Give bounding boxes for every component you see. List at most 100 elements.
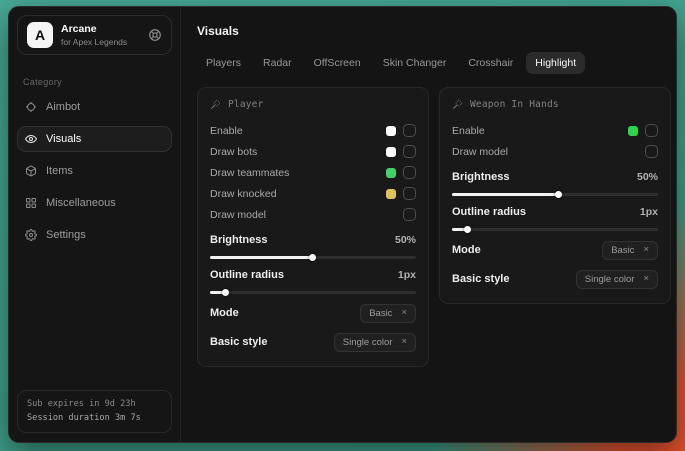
draw-teammates-checkbox[interactable] (403, 166, 416, 179)
slider-group-brightness: Brightness 50% (452, 169, 658, 196)
sidebar-item-aimbot[interactable]: Aimbot (17, 94, 172, 120)
chip-remove-icon[interactable]: × (643, 274, 649, 284)
toggle-label: Draw model (452, 146, 508, 158)
sidebar-nav: Aimbot Visuals Items Miscellaneous Settings (9, 91, 180, 251)
sidebar-item-label: Settings (46, 229, 86, 241)
slider-value: 50% (637, 171, 658, 183)
chip-value: Basic (611, 245, 634, 256)
chip-row-mode: Mode Basic × (452, 239, 658, 261)
slider-group-outline-radius: Outline radius1px (210, 267, 416, 294)
toggle-row-draw-bots: Draw bots (210, 141, 416, 162)
draw-knocked-color-swatch[interactable] (386, 189, 396, 199)
draw-model-checkbox[interactable] (645, 145, 658, 158)
crosshair-icon (25, 101, 37, 113)
basic-style-chip[interactable]: Single color × (334, 333, 416, 352)
sidebar-item-label: Visuals (46, 133, 81, 145)
sidebar-header: A Arcane for Apex Legends (17, 15, 172, 55)
panels-container: PlayerEnableDraw botsDraw teammatesDraw … (197, 87, 671, 367)
enable-color-swatch[interactable] (628, 126, 638, 136)
app-logo: A (27, 22, 53, 48)
tab-bar: PlayersRadarOffScreenSkin ChangerCrossha… (197, 52, 671, 74)
chip-row-mode: Mode Basic × (210, 302, 416, 324)
slider-fill (452, 228, 468, 231)
sidebar-item-items[interactable]: Items (17, 158, 172, 184)
draw-model-checkbox[interactable] (403, 208, 416, 221)
chip-row-basic-style: Basic style Single color × (210, 331, 416, 353)
grid-icon (25, 197, 37, 209)
toggle-label: Draw knocked (210, 188, 277, 200)
tab-offscreen[interactable]: OffScreen (305, 52, 370, 74)
sidebar-item-visuals[interactable]: Visuals (17, 126, 172, 152)
toggle-controls (386, 166, 416, 179)
slider-label: Brightness (210, 234, 267, 246)
basic-style-chip[interactable]: Single color× (576, 270, 658, 289)
chip-row-label: Basic style (452, 273, 509, 285)
sidebar-item-label: Miscellaneous (46, 197, 116, 209)
toggle-label: Enable (452, 125, 485, 137)
tab-radar[interactable]: Radar (254, 52, 301, 74)
chip-row-basic-style: Basic style Single color× (452, 268, 658, 290)
toggle-controls (628, 124, 658, 137)
slider-fill (210, 291, 226, 294)
toggle-row-draw-knocked: Draw knocked (210, 183, 416, 204)
app-subtitle: for Apex Legends (61, 37, 127, 47)
chip-remove-icon[interactable]: × (401, 308, 407, 318)
slider-value: 1px (398, 269, 416, 281)
draw-bots-color-swatch[interactable] (386, 147, 396, 157)
slider-head: Brightness 50% (452, 169, 658, 185)
chip-remove-icon[interactable]: × (401, 337, 407, 347)
outline-radius-slider[interactable] (452, 228, 658, 231)
subscription-info: Sub expires in 9d 23h Session duration 3… (17, 390, 172, 433)
enable-color-swatch[interactable] (386, 126, 396, 136)
wand-icon (452, 99, 463, 110)
toggle-controls (403, 208, 416, 221)
tab-highlight[interactable]: Highlight (526, 52, 585, 74)
sidebar-item-settings[interactable]: Settings (17, 222, 172, 248)
slider-fill (452, 193, 559, 196)
mode-chip[interactable]: Basic × (602, 241, 658, 260)
tab-crosshair[interactable]: Crosshair (459, 52, 522, 74)
enable-checkbox[interactable] (403, 124, 416, 137)
gear-icon (25, 229, 37, 241)
slider-thumb[interactable] (309, 254, 316, 261)
slider-fill (210, 256, 313, 259)
mode-chip[interactable]: Basic × (360, 304, 416, 323)
outline-radius-slider[interactable] (210, 291, 416, 294)
panel-player: PlayerEnableDraw botsDraw teammatesDraw … (197, 87, 429, 367)
sub-expiry-text: Sub expires in 9d 23h (27, 398, 162, 411)
chip-row-label: Mode (210, 307, 239, 319)
toggle-label: Draw bots (210, 146, 257, 158)
page-title: Visuals (197, 24, 671, 38)
app-name: Arcane (61, 23, 127, 35)
slider-label: Brightness (452, 171, 509, 183)
sidebar-item-miscellaneous[interactable]: Miscellaneous (17, 190, 172, 216)
draw-knocked-checkbox[interactable] (403, 187, 416, 200)
brightness-slider[interactable] (210, 256, 416, 259)
tab-players[interactable]: Players (197, 52, 250, 74)
chip-row-label: Mode (452, 244, 481, 256)
enable-checkbox[interactable] (645, 124, 658, 137)
chip-value: Single color (343, 337, 393, 348)
slider-thumb[interactable] (464, 226, 471, 233)
box-icon (25, 165, 37, 177)
chip-row-label: Basic style (210, 336, 267, 348)
chip-value: Basic (369, 308, 392, 319)
toggle-controls (386, 124, 416, 137)
brightness-slider[interactable] (452, 193, 658, 196)
sidebar: A Arcane for Apex Legends Category Aimbo… (9, 7, 181, 442)
toggle-controls (386, 145, 416, 158)
toggle-row-draw-model: Draw model (210, 204, 416, 225)
slider-thumb[interactable] (555, 191, 562, 198)
sidebar-item-label: Aimbot (46, 101, 80, 113)
chip-remove-icon[interactable]: × (643, 245, 649, 255)
lifebuoy-icon[interactable] (148, 28, 162, 42)
toggle-label: Enable (210, 125, 243, 137)
draw-bots-checkbox[interactable] (403, 145, 416, 158)
panel-header: Weapon In Hands (452, 99, 658, 110)
toggle-label: Draw model (210, 209, 266, 221)
tab-skin-changer[interactable]: Skin Changer (374, 52, 456, 74)
draw-teammates-color-swatch[interactable] (386, 168, 396, 178)
session-duration-text: Session duration 3m 7s (27, 412, 162, 425)
panel-title: Weapon In Hands (470, 99, 559, 110)
slider-thumb[interactable] (222, 289, 229, 296)
